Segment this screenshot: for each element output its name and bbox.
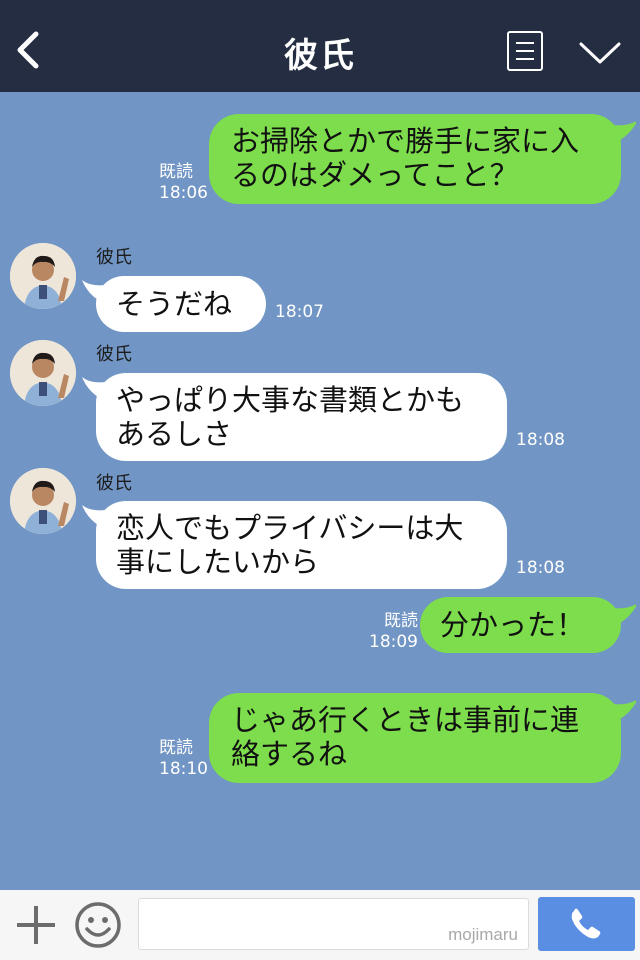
chat-header: 彼氏 bbox=[0, 0, 640, 92]
message-time: 18:07 bbox=[275, 302, 324, 322]
read-status: 既読 18:09 bbox=[369, 611, 418, 652]
message-time: 18:08 bbox=[516, 430, 565, 450]
avatar[interactable] bbox=[10, 340, 76, 406]
read-status: 既読 18:06 bbox=[159, 162, 208, 203]
message-bubble-sent[interactable]: じゃあ行くときは事前に連 絡するね bbox=[209, 693, 621, 783]
plus-icon[interactable] bbox=[14, 903, 58, 947]
message-bubble-sent[interactable]: 分かった！ bbox=[420, 597, 621, 653]
avatar[interactable] bbox=[10, 468, 76, 534]
read-status: 既読 18:10 bbox=[159, 738, 208, 779]
chat-title: 彼氏 bbox=[284, 36, 356, 76]
avatar[interactable] bbox=[10, 243, 76, 309]
watermark-text: mojimaru bbox=[448, 925, 518, 944]
message-input[interactable]: mojimaru bbox=[138, 898, 529, 950]
chat-area[interactable]: 既読 18:06 お掃除とかで勝手に家に入 るのはダメってこと？ 彼氏 そうだね… bbox=[0, 92, 640, 890]
phone-icon bbox=[571, 908, 601, 939]
call-button[interactable] bbox=[538, 897, 635, 951]
message-time: 18:08 bbox=[516, 558, 565, 578]
emoji-icon[interactable] bbox=[74, 901, 122, 949]
message-bubble-received[interactable]: そうだね bbox=[96, 276, 266, 332]
message-bubble-received[interactable]: 恋人でもプライバシーは大 事にしたいから bbox=[96, 501, 507, 589]
sender-name: 彼氏 bbox=[96, 344, 132, 365]
message-bubble-sent[interactable]: お掃除とかで勝手に家に入 るのはダメってこと？ bbox=[209, 114, 621, 204]
chevron-down-icon[interactable] bbox=[578, 40, 622, 66]
sender-name: 彼氏 bbox=[96, 247, 132, 268]
menu-icon[interactable] bbox=[507, 31, 543, 71]
sender-name: 彼氏 bbox=[96, 473, 132, 494]
message-bubble-received[interactable]: やっぱり大事な書類とかも あるしさ bbox=[96, 373, 507, 461]
